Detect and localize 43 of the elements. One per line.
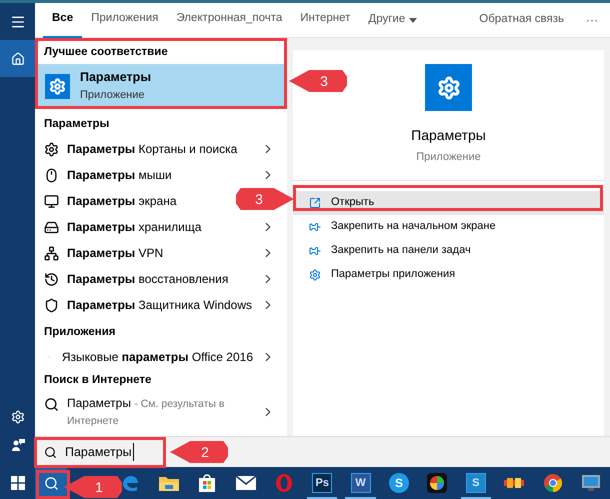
filter-tab[interactable]: Электронная_почта — [167, 2, 292, 38]
result-label: Языковые параметры Office 2016 — [62, 349, 253, 366]
result-label: Параметры VPN — [67, 245, 164, 262]
more-button[interactable]: ··· — [586, 11, 598, 29]
app-tile-icon: Ps — [312, 473, 332, 493]
filter-tab[interactable]: Приложения — [82, 2, 168, 38]
section-heading: Поиск в Интернете — [43, 373, 152, 388]
taskbar-app[interactable]: Ps — [303, 467, 342, 499]
action-item[interactable]: Закрепить на панели задач — [293, 238, 604, 262]
result-label: Параметры экрана — [67, 193, 178, 210]
action-item[interactable]: Параметры приложения — [293, 262, 604, 286]
result-item[interactable]: Параметры мыши — [35, 162, 287, 188]
web-result-label: Параметры - См. результаты в Интернете — [67, 395, 226, 429]
feedback-link[interactable]: Обратная связь — [479, 11, 564, 29]
result-item[interactable]: Параметры VPN — [35, 240, 287, 266]
result-item[interactable]: Параметры восстановления — [35, 266, 287, 292]
result-item[interactable]: Языковые параметры Office 2016 — [35, 344, 287, 370]
preview-subtitle: Приложение — [416, 150, 481, 165]
action-item[interactable]: Закрепить на начальном экране — [293, 214, 604, 238]
result-label: Параметры восстановления — [67, 271, 230, 288]
filter-tab[interactable]: Все — [43, 2, 82, 38]
section-heading: Параметры — [43, 117, 110, 132]
result-label: Параметры Кортаны и поиска — [67, 141, 238, 158]
filter-tab[interactable]: Интернет — [291, 2, 360, 38]
result-label: Параметры мыши — [67, 167, 173, 184]
best-match-title: Параметры — [80, 69, 151, 86]
preview-title: Параметры — [411, 126, 486, 145]
app-round-icon: S — [389, 473, 409, 493]
section-heading: Лучшее соответствие — [43, 45, 169, 60]
app-tile-icon: S — [466, 473, 486, 493]
search-text: Параметры — [65, 442, 134, 462]
result-item[interactable]: Параметры хранилища — [35, 214, 287, 240]
result-label: Параметры Защитника Windows — [67, 297, 253, 314]
best-match-item[interactable]: Параметры Приложение — [37, 64, 285, 108]
web-result-item[interactable]: Параметры - См. результаты в Интернете — [35, 392, 287, 432]
app-tile-icon: W — [350, 473, 371, 493]
best-match-subtitle: Приложение — [80, 88, 146, 104]
result-label: Параметры хранилища — [67, 219, 202, 236]
taskbar-app[interactable]: W — [341, 467, 380, 499]
section-heading: Приложения — [43, 325, 117, 340]
result-item[interactable]: Параметры Защитника Windows — [35, 292, 287, 318]
more-tab[interactable]: Другие — [359, 2, 426, 38]
result-item[interactable]: Параметры Кортаны и поиска — [35, 136, 287, 162]
